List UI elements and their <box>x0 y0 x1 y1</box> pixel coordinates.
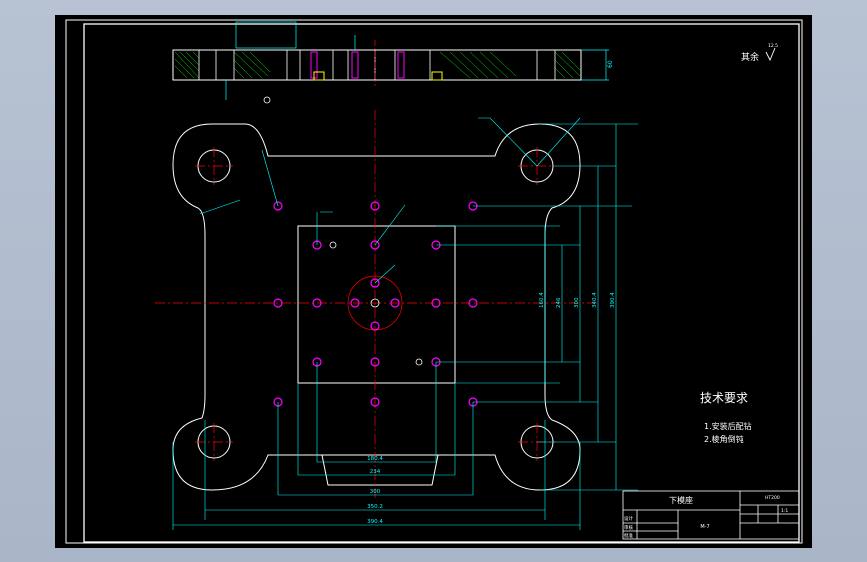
material: HT200 <box>765 495 780 501</box>
scale: 1:1 <box>781 508 788 514</box>
part-name: 下模座 <box>669 495 693 505</box>
dim-h-4: 350.2 <box>367 504 383 510</box>
dimension-lines <box>172 117 638 530</box>
drawing-frame <box>65 19 803 544</box>
tech-title: 技术要求 <box>700 391 748 405</box>
section-view: 60 <box>172 21 614 104</box>
dim-h-2: 234 <box>370 469 381 475</box>
approver-label: 批准 <box>624 532 633 539</box>
finish-label: 其余 <box>741 51 759 63</box>
dim-v-4: 340.4 <box>592 292 598 308</box>
dim-v-5: 390.4 <box>610 292 616 308</box>
dim-v-1: 160.4 <box>539 292 545 308</box>
roughness-symbol-icon <box>765 47 776 62</box>
checker-label: 审核 <box>624 524 633 531</box>
dim-v-3: 300 <box>574 297 580 308</box>
tech-item-2: 2.棱角倒钝 <box>704 434 744 444</box>
dim-v-2: 246 <box>556 297 562 308</box>
centerlines <box>155 110 600 500</box>
section-height-dim: 60 <box>607 60 614 68</box>
vertical-dimension-labels: 160.4 246 300 340.4 390.4 <box>539 292 616 308</box>
tech-item-1: 1.安装后配钻 <box>704 421 752 431</box>
dim-h-3: 300 <box>370 489 381 495</box>
dim-h-1: 180.4 <box>367 456 383 462</box>
technical-requirements: 技术要求 1.安装后配钻 2.棱角倒钝 <box>700 391 752 444</box>
surface-finish-note: 其余 12.5 <box>741 43 778 63</box>
designer-label: 设计 <box>624 515 633 522</box>
roughness-value: 12.5 <box>768 43 778 49</box>
cad-canvas: 60 160.4 246 300 340.4 390.4 180.4 234 3… <box>55 15 812 548</box>
screw-holes <box>273 201 478 407</box>
drawing-number: M-7 <box>700 524 709 530</box>
dim-h-5: 390.4 <box>367 519 383 525</box>
